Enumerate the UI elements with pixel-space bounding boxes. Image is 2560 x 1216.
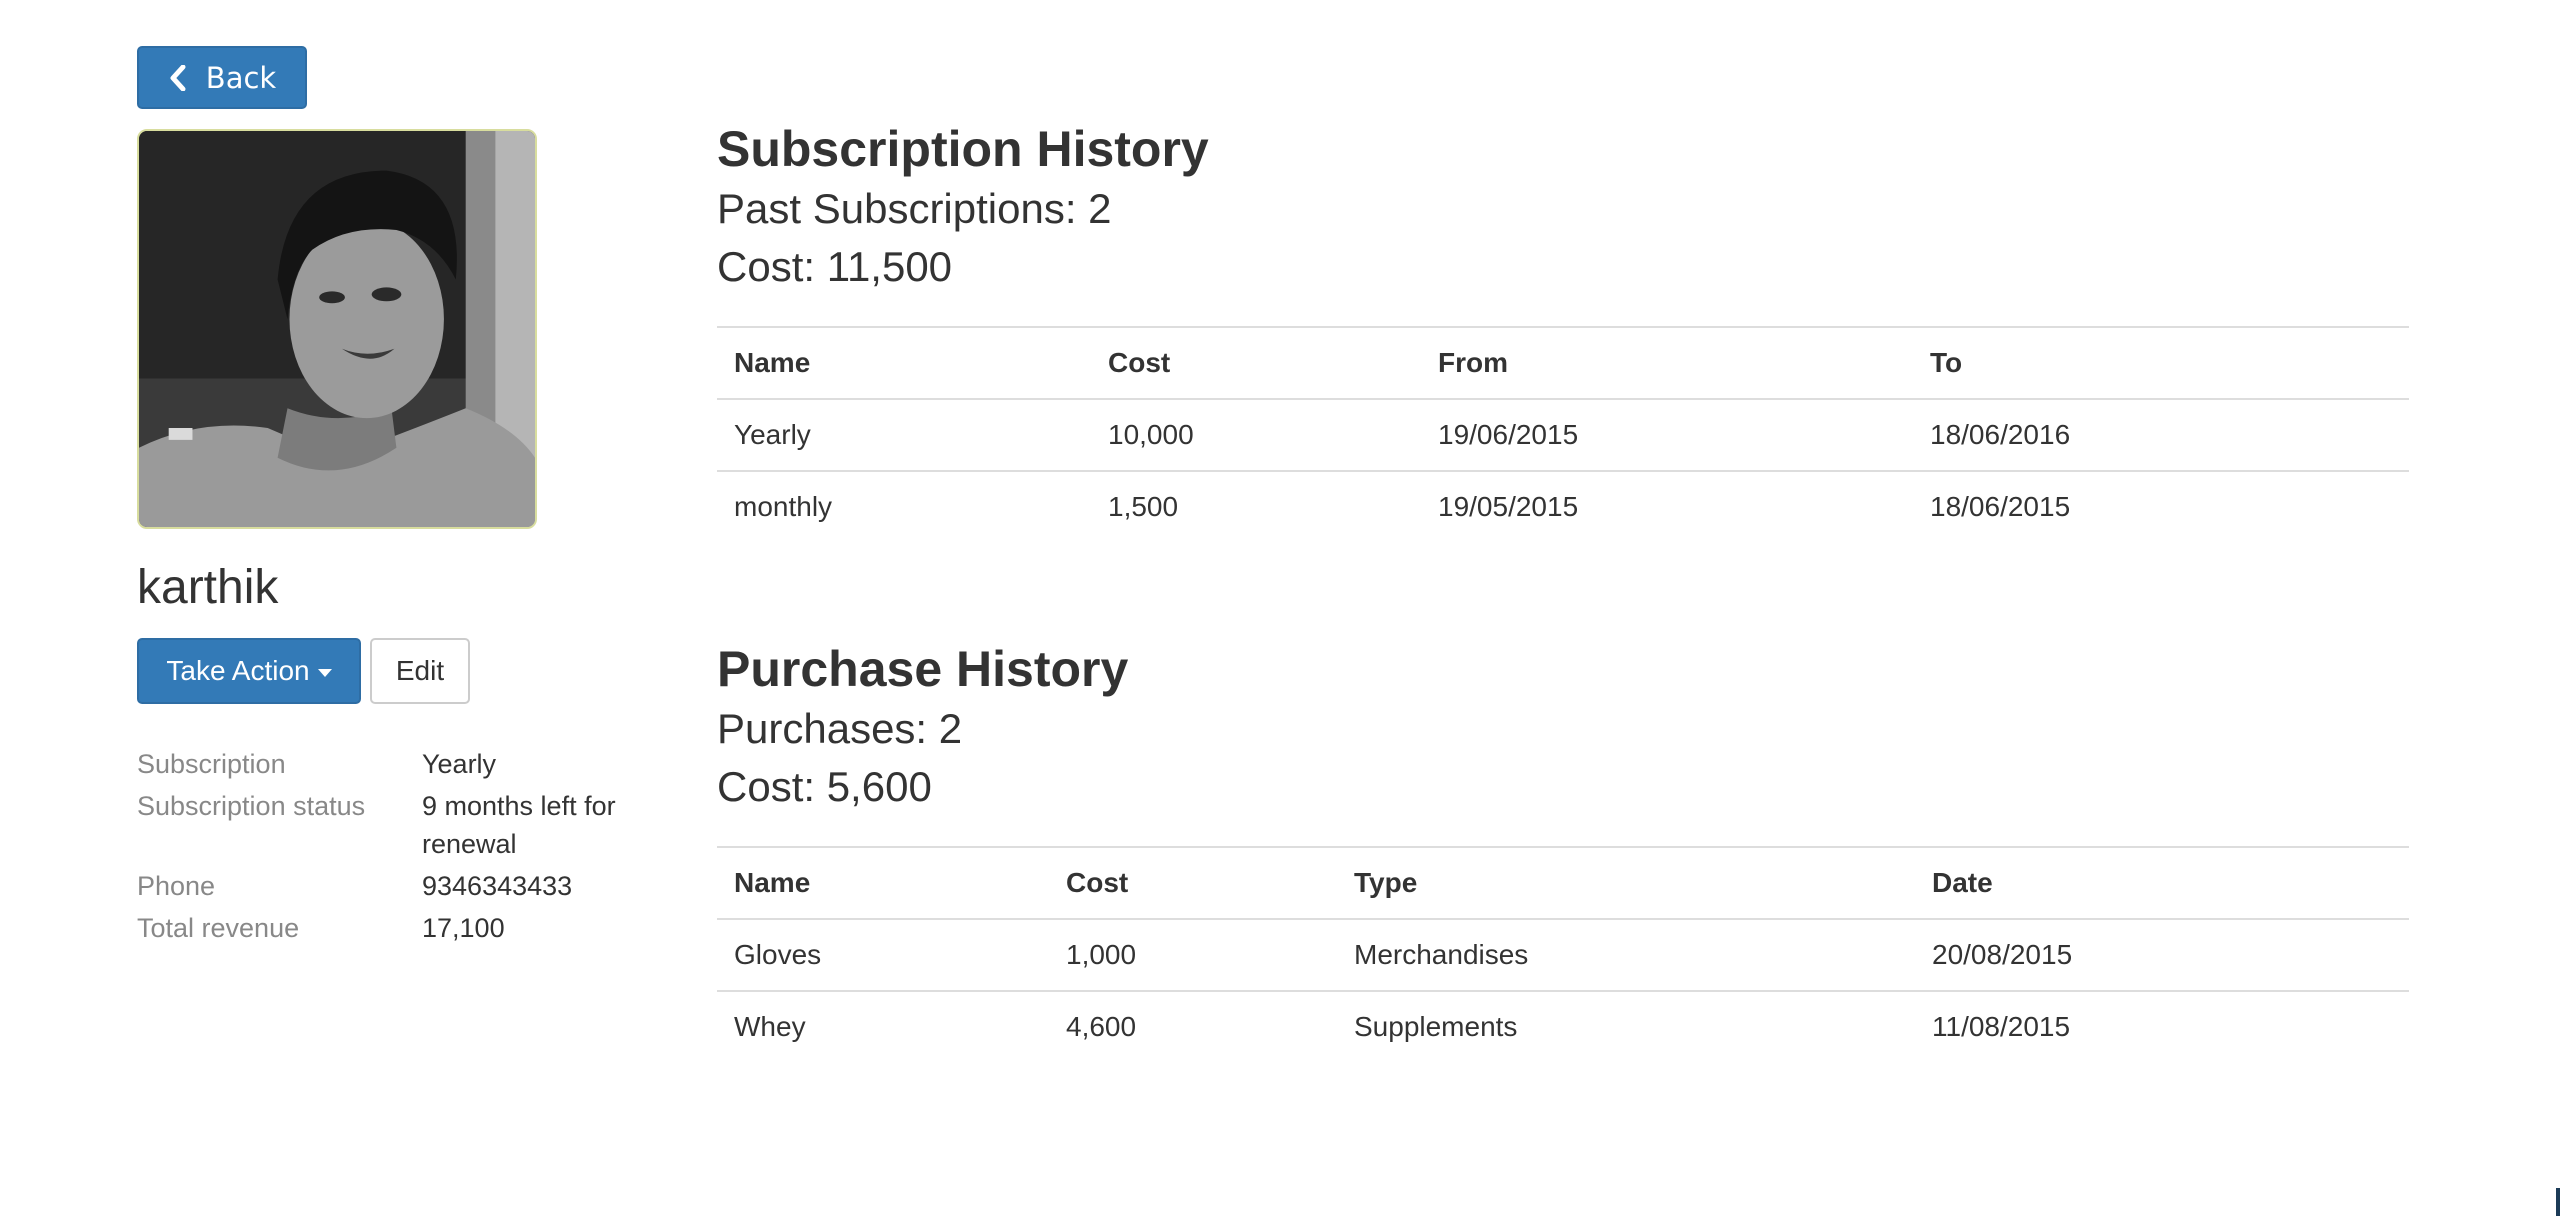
detail-value: Yearly: [422, 749, 497, 779]
column-header: Cost: [1091, 326, 1421, 400]
purchase-history-title: Purchase History: [717, 641, 1129, 697]
table-cell: Merchandises: [1337, 918, 1915, 991]
detail-row-total-revenue: Total revenue 17,100: [137, 909, 657, 947]
subscription-history-title: Subscription History: [717, 121, 1209, 177]
detail-value: 9 months left for renewal: [422, 791, 616, 859]
subscription-table: Name Cost From To Yearly 10,000 19/06/20…: [717, 326, 2409, 542]
detail-value: 9346343433: [422, 871, 573, 901]
purchases-count: Purchases: 2: [717, 705, 963, 752]
purchases-cost: Cost: 5,600: [717, 763, 932, 810]
detail-row-subscription-status: Subscription status 9 months left for re…: [137, 787, 657, 863]
table-cell: Supplements: [1337, 990, 1915, 1062]
table-cell: Yearly: [717, 398, 1091, 471]
table-cell: 10,000: [1091, 398, 1421, 471]
table-cell: Whey: [717, 990, 1049, 1062]
purchase-history-section: Purchase History Purchases: 2 Cost: 5,60…: [717, 638, 2409, 1062]
subscriptions-cost: Cost: 11,500: [717, 243, 953, 290]
table-cell: 19/05/2015: [1421, 470, 1913, 542]
detail-row-subscription: Subscription Yearly: [137, 745, 657, 783]
chevron-left-icon: [168, 64, 188, 91]
table-cell: 19/06/2015: [1421, 398, 1913, 471]
table-row: Whey 4,600 Supplements 11/08/2015: [717, 990, 2409, 1062]
detail-row-phone: Phone 9346343433: [137, 867, 657, 905]
column-header: From: [1421, 326, 1913, 400]
column-header: Name: [717, 326, 1091, 400]
take-action-label: Take Action: [166, 655, 310, 686]
profile-photo: [137, 129, 537, 529]
column-header: Name: [717, 846, 1049, 920]
table-row: monthly 1,500 19/05/2015 18/06/2015: [717, 470, 2409, 542]
purchase-table: Name Cost Type Date Gloves 1,000 Merchan…: [717, 846, 2409, 1062]
table-header-row: Name Cost From To: [717, 326, 2409, 400]
column-header: To: [1913, 326, 2409, 400]
past-subscriptions-count: Past Subscriptions: 2: [717, 185, 1112, 232]
table-cell: monthly: [717, 470, 1091, 542]
table-cell: Gloves: [717, 918, 1049, 991]
table-cell: 11/08/2015: [1915, 990, 2409, 1062]
subscription-history-section: Subscription History Past Subscriptions:…: [717, 118, 2409, 542]
table-cell: 20/08/2015: [1915, 918, 2409, 991]
profile-details: Subscription Yearly Subscription status …: [137, 745, 657, 951]
column-header: Date: [1915, 846, 2409, 920]
detail-key: Subscription: [137, 749, 286, 779]
table-cell: 18/06/2015: [1913, 470, 2409, 542]
table-row: Yearly 10,000 19/06/2015 18/06/2016: [717, 398, 2409, 471]
column-header: Cost: [1049, 846, 1337, 920]
table-cell: 18/06/2016: [1913, 398, 2409, 471]
table-cell: 1,000: [1049, 918, 1337, 991]
detail-key: Subscription status: [137, 791, 366, 821]
table-cell: 1,500: [1091, 470, 1421, 542]
table-cell: 4,600: [1049, 990, 1337, 1062]
table-header-row: Name Cost Type Date: [717, 846, 2409, 920]
back-button-label: Back: [205, 60, 277, 95]
user-name: karthik: [137, 561, 279, 614]
take-action-dropdown-button[interactable]: Take Action: [137, 638, 361, 704]
back-button[interactable]: Back: [137, 46, 307, 109]
table-row: Gloves 1,000 Merchandises 20/08/2015: [717, 918, 2409, 991]
column-header: Type: [1337, 846, 1915, 920]
detail-key: Total revenue: [137, 913, 300, 943]
detail-value: 17,100: [422, 913, 505, 943]
scrollbar-edge: [2556, 1188, 2560, 1216]
detail-key: Phone: [137, 871, 216, 901]
caret-down-icon: [317, 669, 332, 677]
edit-button[interactable]: Edit: [370, 638, 470, 704]
